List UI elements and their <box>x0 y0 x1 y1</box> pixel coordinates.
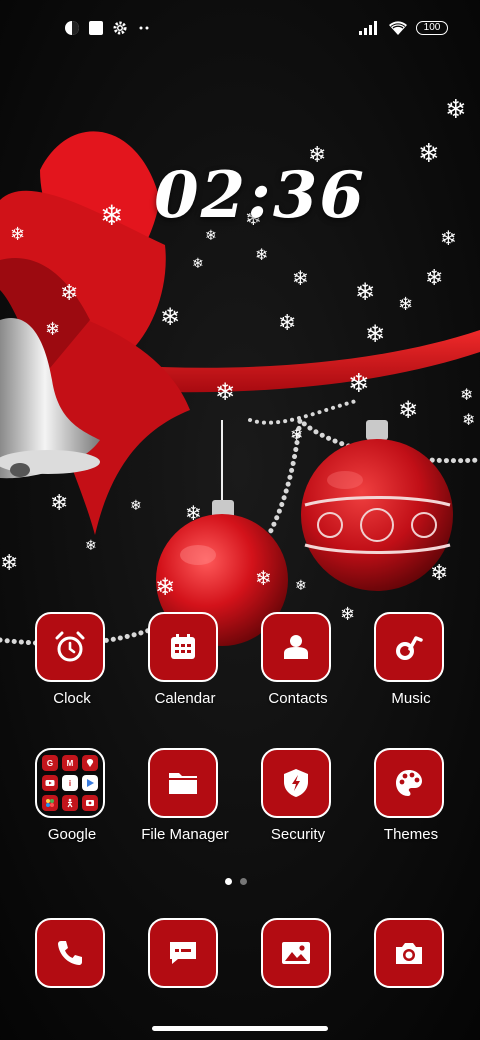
page-indicator[interactable] <box>225 878 247 885</box>
status-bar-system: 100 <box>358 18 448 38</box>
svg-text:❄: ❄ <box>155 573 175 601</box>
square-notification-icon <box>89 21 103 35</box>
svg-text:❄: ❄ <box>185 501 202 525</box>
contacts-icon <box>284 635 308 659</box>
svg-text:❄: ❄ <box>365 320 385 348</box>
clock-widget-time[interactable]: 02:36 <box>150 158 370 233</box>
svg-text:❄: ❄ <box>130 498 142 514</box>
camera-app-tile[interactable] <box>374 918 444 988</box>
battery-indicator: 100 <box>416 21 448 35</box>
phone-icon <box>58 941 82 965</box>
svg-text:❄: ❄ <box>355 278 375 306</box>
security-app-tile[interactable] <box>261 748 331 818</box>
signal-icon <box>359 21 377 35</box>
app-folder-google[interactable]: G M i Google <box>16 748 128 868</box>
music-note-icon <box>396 636 423 660</box>
fitness-icon <box>62 795 78 811</box>
svg-text:❄: ❄ <box>295 578 307 594</box>
info-icon: i <box>62 775 78 791</box>
contacts-app-label: Contacts <box>268 690 328 707</box>
svg-text:❄: ❄ <box>60 281 78 306</box>
svg-text:❄: ❄ <box>255 566 272 590</box>
page-dot-2[interactable] <box>240 878 247 885</box>
security-app-label: Security <box>270 826 326 843</box>
file-manager-app-tile[interactable] <box>148 748 218 818</box>
app-themes[interactable]: Themes <box>355 748 467 868</box>
svg-text:❄: ❄ <box>440 226 457 250</box>
svg-text:❄: ❄ <box>255 245 268 264</box>
music-app-label: Music <box>391 690 431 707</box>
phone-app-tile[interactable] <box>35 918 105 988</box>
status-bar: 100 <box>0 0 480 56</box>
app-calendar[interactable]: Calendar <box>129 612 241 732</box>
tv-icon <box>82 795 98 811</box>
messages-icon <box>170 942 196 964</box>
music-app-tile[interactable] <box>374 612 444 682</box>
dock-messages[interactable] <box>129 918 241 1038</box>
calendar-app-label: Calendar <box>154 690 216 707</box>
gallery-app-tile[interactable] <box>261 918 331 988</box>
dock-phone[interactable] <box>16 918 128 1038</box>
svg-text:❄: ❄ <box>418 139 440 169</box>
app-contacts[interactable]: Contacts <box>242 612 354 732</box>
svg-text:❄: ❄ <box>160 303 180 331</box>
play-store-icon <box>82 775 98 791</box>
gmail-icon: M <box>62 755 78 771</box>
google-folder-grid: G M i <box>42 755 98 811</box>
svg-text:❄: ❄ <box>290 425 303 444</box>
messages-app-tile[interactable] <box>148 918 218 988</box>
app-notification-icon <box>65 21 79 35</box>
youtube-icon <box>42 775 58 791</box>
svg-text:❄: ❄ <box>462 410 475 429</box>
app-clock[interactable]: Clock <box>16 612 128 732</box>
wifi-icon <box>389 21 407 35</box>
palette-icon <box>396 770 422 796</box>
svg-text:❄: ❄ <box>215 378 235 406</box>
dock-gallery[interactable] <box>242 918 354 1038</box>
svg-text:❄: ❄ <box>348 369 370 399</box>
more-dots-icon <box>139 26 149 30</box>
clock-app-tile[interactable] <box>35 612 105 682</box>
status-bar-notifications <box>64 18 152 38</box>
app-file-manager[interactable]: File Manager <box>129 748 241 868</box>
camera-icon <box>396 943 422 964</box>
svg-text:❄: ❄ <box>50 491 68 516</box>
svg-text:❄: ❄ <box>398 396 418 424</box>
gallery-icon <box>282 942 310 964</box>
google-search-icon: G <box>42 755 58 771</box>
page-dot-1[interactable] <box>225 878 232 885</box>
themes-app-tile[interactable] <box>374 748 444 818</box>
svg-text:❄: ❄ <box>460 385 473 404</box>
svg-text:❄: ❄ <box>425 266 443 291</box>
app-music[interactable]: Music <box>355 612 467 732</box>
svg-text:❄: ❄ <box>430 561 448 586</box>
home-gesture-bar[interactable] <box>152 1026 328 1031</box>
svg-text:❄: ❄ <box>45 319 60 340</box>
svg-text:❄: ❄ <box>0 551 18 576</box>
google-folder-tile[interactable]: G M i <box>35 748 105 818</box>
clock-app-label: Clock <box>53 690 91 707</box>
maps-pin-icon <box>82 755 98 771</box>
svg-text:❄: ❄ <box>85 538 97 554</box>
svg-text:❄: ❄ <box>100 199 123 232</box>
svg-text:❄: ❄ <box>398 294 413 315</box>
google-folder-label: Google <box>47 826 97 843</box>
themes-app-label: Themes <box>383 826 439 843</box>
shield-icon <box>284 769 308 797</box>
folder-icon <box>169 773 197 794</box>
svg-text:❄: ❄ <box>292 266 309 290</box>
gear-icon <box>113 21 127 35</box>
photos-icon <box>42 795 58 811</box>
alarm-clock-icon <box>55 631 85 662</box>
svg-text:❄: ❄ <box>445 95 467 125</box>
calendar-icon <box>171 634 195 659</box>
file-manager-app-label: File Manager <box>141 826 229 843</box>
svg-text:❄: ❄ <box>278 311 296 336</box>
calendar-app-tile[interactable] <box>148 612 218 682</box>
svg-text:❄: ❄ <box>10 224 25 245</box>
app-security[interactable]: Security <box>242 748 354 868</box>
dock-camera[interactable] <box>355 918 467 1038</box>
contacts-app-tile[interactable] <box>261 612 331 682</box>
svg-text:❄: ❄ <box>192 256 204 272</box>
